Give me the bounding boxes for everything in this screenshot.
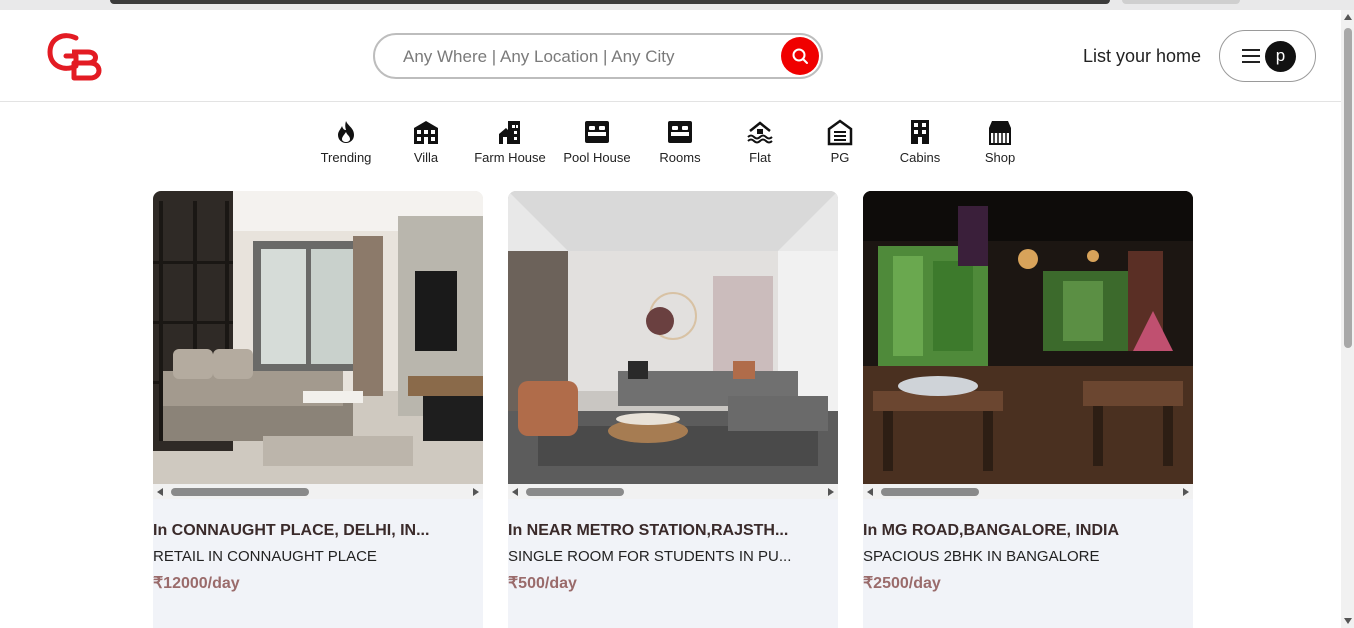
scroll-right-icon[interactable] <box>1183 488 1189 496</box>
page-scroll-thumb[interactable] <box>1344 28 1352 348</box>
scroll-thumb[interactable] <box>881 488 979 496</box>
category-flat[interactable]: Flat <box>715 118 805 165</box>
listing-photo[interactable] <box>508 191 838 484</box>
listing-price: ₹12000/day <box>153 575 240 592</box>
category-trending[interactable]: Trending <box>301 118 391 165</box>
category-pool-house[interactable]: Pool House <box>552 118 642 165</box>
browser-address-bar <box>110 0 1110 4</box>
listing-card[interactable]: In NEAR METRO STATION,RAJSTH... SINGLE R… <box>508 191 838 628</box>
browser-toolbar-button <box>1122 0 1240 4</box>
water-house-icon <box>747 121 773 144</box>
search-bar[interactable] <box>373 33 823 79</box>
category-bar: Trending Villa Farm House Pool House Roo… <box>0 118 1341 174</box>
image-scrollbar[interactable] <box>863 484 1193 499</box>
bed-icon <box>668 121 692 143</box>
logo-icon <box>47 33 102 81</box>
scroll-down-icon[interactable] <box>1344 618 1352 624</box>
listing-price: ₹500/day <box>508 575 577 592</box>
listing-price: ₹2500/day <box>863 575 941 592</box>
search-button[interactable] <box>781 37 819 75</box>
tower-icon <box>911 120 929 144</box>
listing-photo[interactable] <box>153 191 483 484</box>
flame-icon <box>338 121 354 143</box>
list-your-home-link[interactable]: List your home <box>1083 46 1201 67</box>
bed-icon <box>585 121 609 143</box>
scroll-left-icon[interactable] <box>512 488 518 496</box>
category-label: Trending <box>320 150 372 165</box>
category-label: Farm House <box>474 150 546 165</box>
scroll-right-icon[interactable] <box>473 488 479 496</box>
category-label: Villa <box>413 150 439 165</box>
scroll-up-icon[interactable] <box>1344 14 1352 20</box>
category-label: PG <box>830 150 850 165</box>
logo[interactable] <box>46 30 104 82</box>
category-pg[interactable]: PG <box>795 118 885 165</box>
category-label: Rooms <box>659 150 701 165</box>
category-label: Flat <box>749 150 771 165</box>
category-label: Pool House <box>563 150 631 165</box>
listing-photo[interactable] <box>863 191 1193 484</box>
villa-icon <box>414 121 438 144</box>
image-scrollbar[interactable] <box>153 484 483 499</box>
listing-title: SPACIOUS 2BHK IN BANGALORE <box>863 548 1100 565</box>
listing-title: RETAIL IN CONNAUGHT PLACE <box>153 548 377 565</box>
page-scrollbar[interactable] <box>1341 10 1354 628</box>
shop-icon <box>989 121 1011 145</box>
scroll-left-icon[interactable] <box>157 488 163 496</box>
hamburger-icon <box>1242 49 1260 63</box>
category-farm-house[interactable]: Farm House <box>465 118 555 165</box>
listing-card[interactable]: In CONNAUGHT PLACE, DELHI, IN... RETAIL … <box>153 191 483 628</box>
listing-location: In NEAR METRO STATION,RAJSTH... <box>508 522 789 539</box>
category-label: Cabins <box>899 150 941 165</box>
avatar: p <box>1265 41 1296 72</box>
search-input[interactable] <box>403 45 763 69</box>
category-rooms[interactable]: Rooms <box>635 118 725 165</box>
scroll-right-icon[interactable] <box>828 488 834 496</box>
scroll-thumb[interactable] <box>526 488 624 496</box>
category-cabins[interactable]: Cabins <box>875 118 965 165</box>
browser-top-strip <box>0 0 1354 10</box>
listing-card[interactable]: In MG ROAD,BANGALORE, INDIA SPACIOUS 2BH… <box>863 191 1193 628</box>
site-header: List your home p <box>0 10 1341 102</box>
image-scrollbar[interactable] <box>508 484 838 499</box>
user-menu-button[interactable]: p <box>1219 30 1316 82</box>
listing-location: In MG ROAD,BANGALORE, INDIA <box>863 522 1119 539</box>
category-label: Shop <box>984 150 1016 165</box>
building-icon <box>827 119 853 146</box>
scroll-left-icon[interactable] <box>867 488 873 496</box>
category-villa[interactable]: Villa <box>381 118 471 165</box>
listing-title: SINGLE ROOM FOR STUDENTS IN PU... <box>508 548 792 565</box>
page: List your home p Trending Villa <box>0 10 1341 628</box>
scroll-thumb[interactable] <box>171 488 309 496</box>
listing-location: In CONNAUGHT PLACE, DELHI, IN... <box>153 522 430 539</box>
farm-house-icon <box>499 121 520 144</box>
search-icon <box>792 48 808 64</box>
category-shop[interactable]: Shop <box>955 118 1045 165</box>
